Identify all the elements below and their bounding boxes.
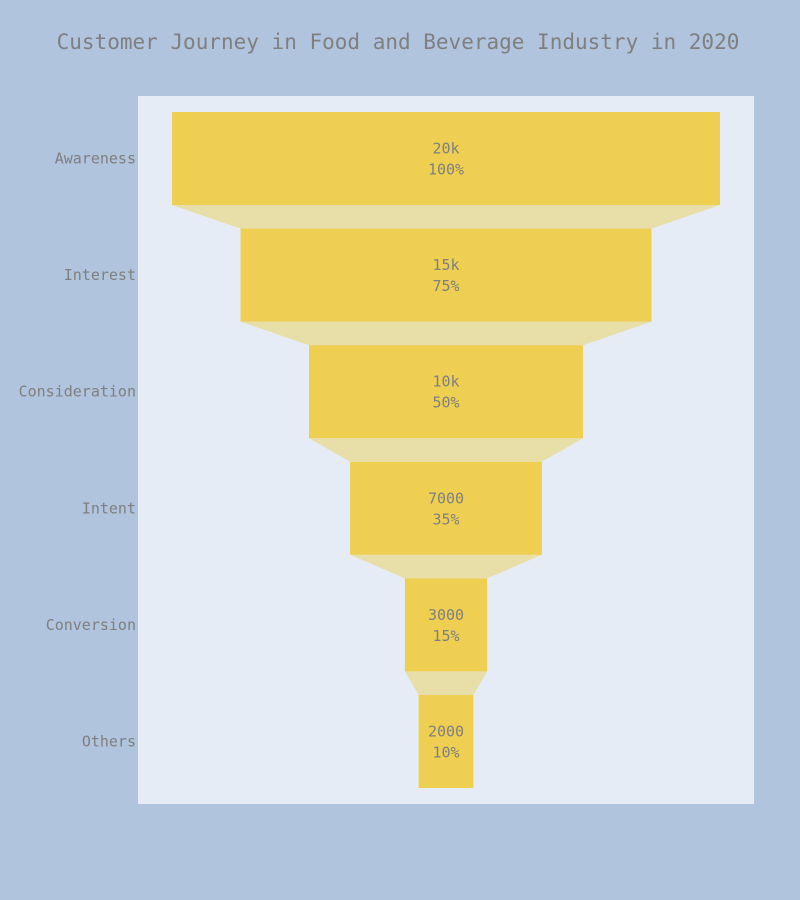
percent-label: 50% [432,394,459,412]
funnel-connector [172,205,720,229]
value-label: 3000 [428,606,464,624]
stage-label-interest: Interest [64,266,136,284]
percent-label: 15% [432,627,459,645]
stage-label-conversion: Conversion [46,616,136,634]
percent-label: 75% [432,277,459,295]
value-label: 15k [432,256,459,274]
funnel-connector [240,321,652,346]
stage-label-intent: Intent [82,499,136,517]
stage-label-others: Others [82,733,136,751]
percent-label: 35% [432,510,459,528]
stage-labels: Awareness Interest Consideration Intent Conv… [19,150,136,751]
stage-label-awareness: Awareness [55,150,136,168]
funnel-bar-consideration [309,345,583,439]
percent-label: 10% [432,744,459,762]
stage-label-consideration: Consideration [19,383,136,401]
funnel-chart: 20k 100% 15k 75% 10k 50% 7000 35% 3000 15% 2000 10%… [19,96,754,804]
funnel-bar-others [418,695,474,788]
funnel-bar-intent [350,461,542,555]
funnel-connector [309,438,583,462]
value-label: 10k [432,373,459,391]
value-label: 7000 [428,489,464,507]
funnel-bar-awareness [172,112,720,205]
funnel-connector [404,671,488,695]
value-label: 2000 [428,723,464,741]
value-label: 20k [432,140,459,158]
funnel-bar-interest [240,228,652,322]
percent-label: 100% [428,161,464,179]
funnel-bar-conversion [404,578,488,672]
